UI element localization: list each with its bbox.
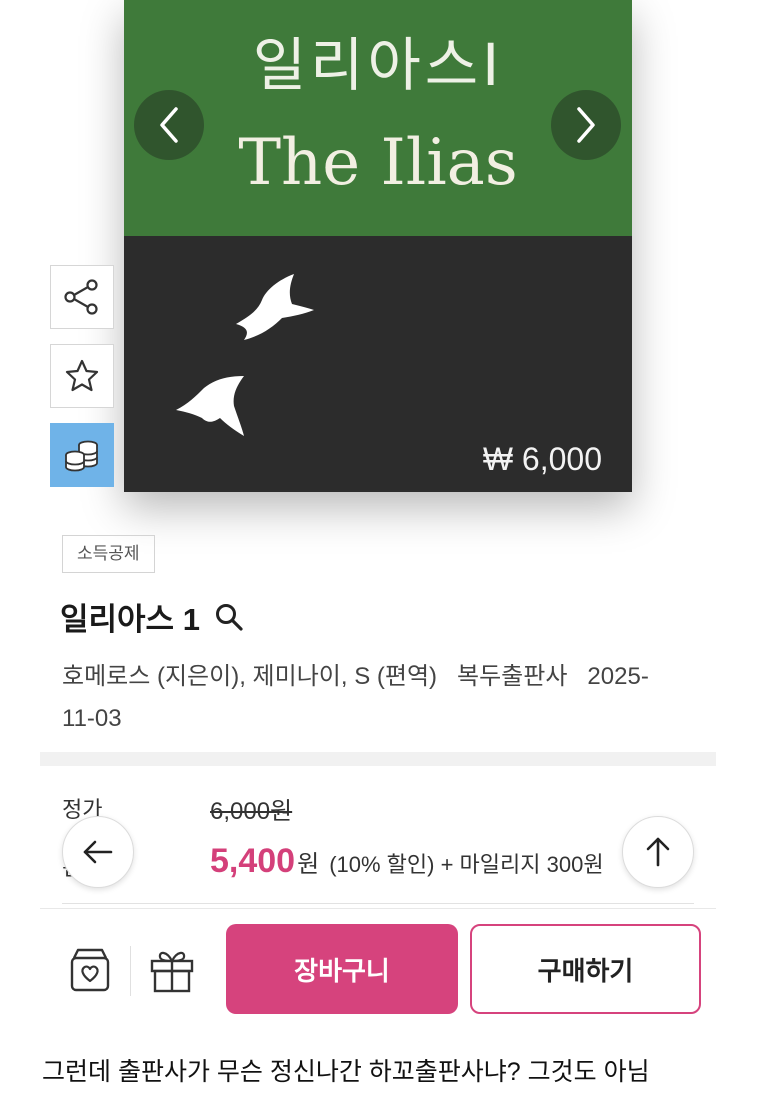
carousel-prev-button[interactable] [134, 90, 204, 160]
gift-button[interactable] [146, 944, 198, 996]
caption-text: 그런데 출판사가 무슨 정신나간 하꼬출판사냐? 그것도 아님 [42, 1058, 650, 1086]
cover-price: ₩ 6,000 [482, 441, 602, 477]
arrow-left-icon [83, 840, 113, 864]
product-meta: 호메로스 (지은이), 제미나이, S (편역) 복두출판사 2025- 11-… [62, 656, 702, 740]
buy-now-button[interactable]: 구매하기 [470, 924, 701, 1014]
bottom-bar-divider [40, 908, 716, 909]
star-icon [65, 359, 99, 392]
wishlist-button[interactable] [50, 344, 114, 408]
icon-separator [130, 946, 131, 996]
income-deduction-badge: 소득공제 [62, 535, 155, 573]
scroll-top-button[interactable] [622, 816, 694, 888]
product-meta-line1: 호메로스 (지은이), 제미나이, S (편역) 복두출판사 2025- [62, 663, 649, 690]
book-cover-image[interactable]: 일리아스I The Ilias ₩ 6,000 [124, 0, 632, 492]
add-to-cart-button[interactable]: 장바구니 [226, 924, 458, 1014]
sale-price: 5,400 [210, 842, 296, 880]
bird-illustration [236, 274, 314, 340]
share-button[interactable] [50, 265, 114, 329]
section-divider [40, 752, 716, 766]
cover-title-korean: 일리아스I [252, 31, 504, 99]
search-icon [215, 603, 243, 631]
product-meta-line2: 11-03 [62, 705, 122, 732]
sale-price-unit: 원 [297, 851, 320, 878]
product-title: 일리아스 1 [60, 602, 200, 637]
back-button[interactable] [62, 816, 134, 888]
cover-bottom-panel: ₩ 6,000 [124, 236, 632, 492]
coins-icon [65, 440, 98, 472]
gift-icon [150, 951, 194, 993]
sale-price-row: 5,400 원 (10% 할인) + 마일리지 300원 [210, 842, 604, 881]
product-title-row: 일리아스 1 [60, 594, 244, 639]
saved-items-button[interactable] [64, 944, 116, 996]
discount-mileage-info: (10% 할인) + 마일리지 300원 [329, 852, 604, 877]
heart-bag-icon [70, 948, 110, 992]
coins-button[interactable] [50, 423, 114, 487]
title-search-button[interactable] [214, 602, 244, 632]
price-divider [62, 903, 694, 904]
bird-illustration-2 [176, 376, 244, 436]
chevron-left-icon [160, 107, 178, 143]
carousel-next-button[interactable] [551, 90, 621, 160]
share-icon [64, 279, 98, 315]
chevron-right-icon [577, 107, 595, 143]
list-price: 6,000원 [210, 798, 293, 825]
arrow-up-icon [646, 837, 670, 867]
